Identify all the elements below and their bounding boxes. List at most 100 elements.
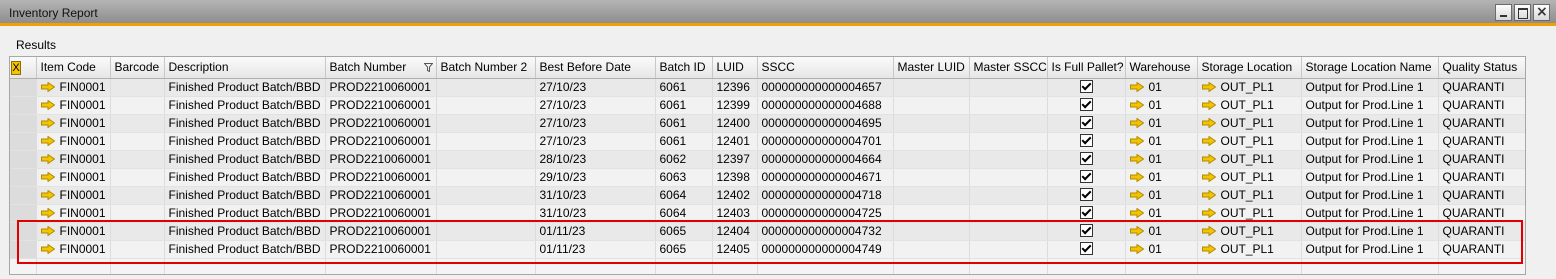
cell-batch-number[interactable]: PROD2210060001 [325,96,437,115]
table-row[interactable]: FIN0001 Finished Product Batch/BBD PROD221… [10,240,1525,259]
cell-description[interactable]: Finished Product Batch/BBD [164,132,326,151]
empty-cell[interactable] [1197,258,1302,274]
close-button[interactable]: × [1533,4,1550,21]
column-header-storage-location-name[interactable]: Storage Location Name [1301,57,1439,79]
cell-storage-location[interactable]: OUT_PL1 [1197,222,1302,241]
column-header-master-luid[interactable]: Master LUID [893,57,970,79]
cell-barcode[interactable] [110,204,165,223]
cell-item-code[interactable]: FIN0001 [36,114,111,133]
cell-quality-status[interactable]: QUARANTI [1438,78,1525,97]
checkbox-checked-icon[interactable] [1079,241,1093,255]
link-arrow-icon[interactable] [1201,100,1216,110]
cell-batch-id[interactable]: 6061 [655,96,713,115]
cell-luid[interactable]: 12401 [712,132,758,151]
cell-batch-number[interactable]: PROD2210060001 [325,186,437,205]
link-arrow-icon[interactable] [1129,136,1144,146]
cell-batch-number-2[interactable] [436,240,536,259]
checkbox-checked-icon[interactable] [1079,205,1093,219]
table-row[interactable]: FIN0001 Finished Product Batch/BBD PROD221… [10,78,1525,97]
cell-best-before-date[interactable]: 27/10/23 [535,78,656,97]
cell-batch-number[interactable]: PROD2210060001 [325,168,437,187]
link-arrow-icon[interactable] [1129,154,1144,164]
column-header-batch-number[interactable]: Batch Number [325,57,437,79]
cell-luid[interactable]: 12398 [712,168,758,187]
cell-storage-location-name[interactable]: Output for Prod.Line 1 [1301,150,1439,169]
column-header-master-sscc[interactable]: Master SSCC [969,57,1048,79]
cell-description[interactable]: Finished Product Batch/BBD [164,96,326,115]
cell-is-full-pallet[interactable] [1047,240,1126,259]
cell-batch-id[interactable]: 6061 [655,132,713,151]
cell-quality-status[interactable]: QUARANTI [1438,240,1525,259]
cell-warehouse[interactable]: 01 [1125,150,1198,169]
cell-storage-location-name[interactable]: Output for Prod.Line 1 [1301,96,1439,115]
row-selector[interactable] [10,186,37,205]
row-selector[interactable] [10,240,37,259]
cell-master-luid[interactable] [893,96,970,115]
empty-cell[interactable] [893,258,970,274]
cell-storage-location-name[interactable]: Output for Prod.Line 1 [1301,114,1439,133]
cell-storage-location[interactable]: OUT_PL1 [1197,204,1302,223]
cell-storage-location[interactable]: OUT_PL1 [1197,78,1302,97]
cell-warehouse[interactable]: 01 [1125,222,1198,241]
cell-batch-number[interactable]: PROD2210060001 [325,222,437,241]
empty-cell[interactable] [757,258,894,274]
cell-master-luid[interactable] [893,132,970,151]
cell-description[interactable]: Finished Product Batch/BBD [164,150,326,169]
column-header-best-before-date[interactable]: Best Before Date [535,57,656,79]
cell-item-code[interactable]: FIN0001 [36,240,111,259]
empty-cell[interactable] [110,258,165,274]
cell-luid[interactable]: 12396 [712,78,758,97]
cell-warehouse[interactable]: 01 [1125,132,1198,151]
cell-master-luid[interactable] [893,150,970,169]
cell-quality-status[interactable]: QUARANTI [1438,222,1525,241]
cell-batch-number[interactable]: PROD2210060001 [325,204,437,223]
link-arrow-icon[interactable] [1201,82,1216,92]
checkbox-checked-icon[interactable] [1079,79,1093,93]
cell-barcode[interactable] [110,168,165,187]
cell-batch-number[interactable]: PROD2210060001 [325,240,437,259]
cell-best-before-date[interactable]: 29/10/23 [535,168,656,187]
cell-luid[interactable]: 12405 [712,240,758,259]
empty-cell[interactable] [1125,258,1198,274]
cell-barcode[interactable] [110,222,165,241]
cell-batch-number-2[interactable] [436,114,536,133]
cell-storage-location-name[interactable]: Output for Prod.Line 1 [1301,168,1439,187]
link-arrow-icon[interactable] [40,244,55,254]
cell-item-code[interactable]: FIN0001 [36,168,111,187]
cell-luid[interactable]: 12397 [712,150,758,169]
cell-warehouse[interactable]: 01 [1125,78,1198,97]
link-arrow-icon[interactable] [1129,100,1144,110]
column-header-storage-location[interactable]: Storage Location [1197,57,1302,79]
link-arrow-icon[interactable] [1129,244,1144,254]
column-header-item-code[interactable]: Item Code [36,57,111,79]
link-arrow-icon[interactable] [1201,154,1216,164]
cell-is-full-pallet[interactable] [1047,222,1126,241]
cell-master-luid[interactable] [893,240,970,259]
cell-sscc[interactable]: 000000000000004725 [757,204,894,223]
cell-batch-number-2[interactable] [436,132,536,151]
row-selector[interactable] [10,132,37,151]
table-row[interactable]: FIN0001 Finished Product Batch/BBD PROD221… [10,150,1525,169]
cell-master-luid[interactable] [893,204,970,223]
cell-sscc[interactable]: 000000000000004664 [757,150,894,169]
link-arrow-icon[interactable] [40,208,55,218]
cell-master-sscc[interactable] [969,114,1048,133]
cell-barcode[interactable] [110,132,165,151]
cell-description[interactable]: Finished Product Batch/BBD [164,240,326,259]
cell-is-full-pallet[interactable] [1047,186,1126,205]
table-row[interactable]: FIN0001 Finished Product Batch/BBD PROD221… [10,168,1525,187]
cell-is-full-pallet[interactable] [1047,150,1126,169]
link-arrow-icon[interactable] [1201,136,1216,146]
column-header-is-full-pallet[interactable]: Is Full Pallet? [1047,57,1126,79]
cell-storage-location[interactable]: OUT_PL1 [1197,114,1302,133]
link-arrow-icon[interactable] [40,118,55,128]
cell-best-before-date[interactable]: 27/10/23 [535,96,656,115]
cell-storage-location-name[interactable]: Output for Prod.Line 1 [1301,132,1439,151]
empty-cell[interactable] [1047,258,1126,274]
cell-barcode[interactable] [110,150,165,169]
cell-storage-location-name[interactable]: Output for Prod.Line 1 [1301,204,1439,223]
cell-storage-location[interactable]: OUT_PL1 [1197,240,1302,259]
cell-master-luid[interactable] [893,78,970,97]
cell-batch-number-2[interactable] [436,150,536,169]
cell-storage-location-name[interactable]: Output for Prod.Line 1 [1301,222,1439,241]
